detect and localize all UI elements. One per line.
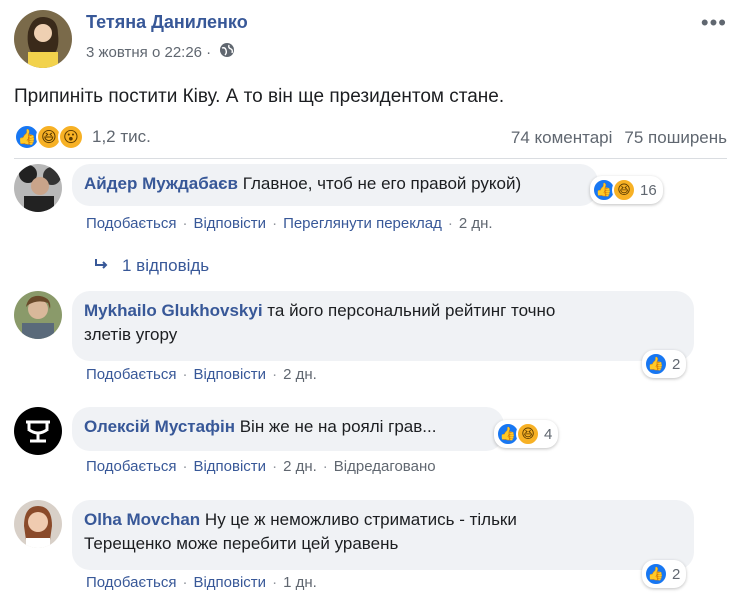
haha-icon: 😆 <box>516 422 540 446</box>
comment-bubble: Olha Movchan Ну це ж неможливо стриматис… <box>72 500 694 570</box>
comment-reaction-count: 16 <box>640 181 657 199</box>
post-stats: 74 коментарі 75 поширень <box>511 128 727 148</box>
comment-avatar[interactable] <box>14 291 62 339</box>
like-icon: 👍 <box>644 352 668 376</box>
comment-text: Главное, чтоб не его правой рукой) <box>242 174 522 193</box>
comment-reaction-count: 2 <box>672 355 681 373</box>
comment-text-line2: злетів угору <box>84 325 178 344</box>
comment-actions: Подобається · Відповісти · 1 дн. <box>86 574 317 591</box>
post-reactions[interactable]: 👍 😆 😮 1,2 тис. <box>14 124 151 150</box>
comment-avatar[interactable] <box>14 500 62 548</box>
post-author-avatar[interactable] <box>14 10 72 68</box>
reply-link[interactable]: Відповісти <box>193 366 266 383</box>
like-link[interactable]: Подобається <box>86 215 176 232</box>
comment-author[interactable]: Olha Movchan <box>84 510 200 529</box>
comment-time[interactable]: 2 дн. <box>283 458 317 475</box>
wow-icon: 😮 <box>58 124 84 150</box>
globe-icon <box>219 42 235 62</box>
organization-logo <box>14 407 62 455</box>
view-replies[interactable]: 1 відповідь <box>94 256 209 276</box>
more-icon[interactable]: ••• <box>701 10 727 36</box>
comment-avatar[interactable] <box>14 407 62 455</box>
reply-link[interactable]: Відповісти <box>193 458 266 475</box>
comment-avatar[interactable] <box>14 164 62 212</box>
comment-bubble: Олексій Мустафін Він же не на роялі грав… <box>72 407 504 451</box>
comment-text-line2: Терещенко може перебити цей уравень <box>84 534 399 553</box>
comment-reactions[interactable]: 👍 2 <box>642 560 687 588</box>
comment-reaction-count: 4 <box>544 425 553 443</box>
comment-bubble: Mykhailo Glukhovskyi та його персональни… <box>72 291 694 361</box>
reaction-count: 1,2 тис. <box>92 127 151 146</box>
like-link[interactable]: Подобається <box>86 458 176 475</box>
comments-count[interactable]: 74 коментарі <box>511 128 613 148</box>
like-link[interactable]: Подобається <box>86 366 176 383</box>
reply-link[interactable]: Відповісти <box>193 574 266 591</box>
comment-text: Він же не на роялі грав... <box>239 417 437 436</box>
comment-reactions[interactable]: 👍 2 <box>642 350 687 378</box>
post-meta: 3 жовтня о 22:26 · <box>86 42 235 62</box>
comment-actions: Подобається · Відповісти · 2 дн. <box>86 366 317 383</box>
comment-reactions[interactable]: 👍 😆 4 <box>494 420 559 448</box>
comment-text: Ну це ж неможливо стриматись - тільки <box>204 510 517 529</box>
comment-author[interactable]: Айдер Муждабаєв <box>84 174 238 193</box>
comment-reaction-count: 2 <box>672 565 681 583</box>
edited-label[interactable]: Відредаговано <box>334 458 436 475</box>
comment-bubble: Айдер Муждабаєв Главное, чтоб не его пра… <box>72 164 598 206</box>
reply-arrow-icon <box>94 256 110 276</box>
comment-actions: Подобається · Відповісти · 2 дн. · Відредаг… <box>86 458 436 475</box>
like-link[interactable]: Подобається <box>86 574 176 591</box>
replies-count[interactable]: 1 відповідь <box>122 256 209 276</box>
comment-text: та його персональний рейтинг точно <box>267 301 556 320</box>
haha-icon: 😆 <box>612 178 636 202</box>
reply-link[interactable]: Відповісти <box>193 215 266 232</box>
comment-time[interactable]: 1 дн. <box>283 574 317 591</box>
translate-link[interactable]: Переглянути переклад <box>283 215 442 232</box>
comment-time[interactable]: 2 дн. <box>283 366 317 383</box>
comment-author[interactable]: Mykhailo Glukhovskyi <box>84 301 263 320</box>
comment-author[interactable]: Олексій Мустафін <box>84 417 235 436</box>
post-time[interactable]: 3 жовтня о 22:26 · <box>86 44 211 61</box>
post-author-name[interactable]: Тетяна Даниленко <box>86 12 248 33</box>
like-icon: 👍 <box>644 562 668 586</box>
divider <box>14 158 727 159</box>
shares-count[interactable]: 75 поширень <box>624 128 727 148</box>
post-text: Припиніть постити Ківу. А то він ще през… <box>14 86 505 107</box>
comment-reactions[interactable]: 👍 😆 16 <box>590 176 663 204</box>
comment-time[interactable]: 2 дн. <box>459 215 493 232</box>
comment-actions: Подобається · Відповісти · Переглянути пер… <box>86 215 493 232</box>
